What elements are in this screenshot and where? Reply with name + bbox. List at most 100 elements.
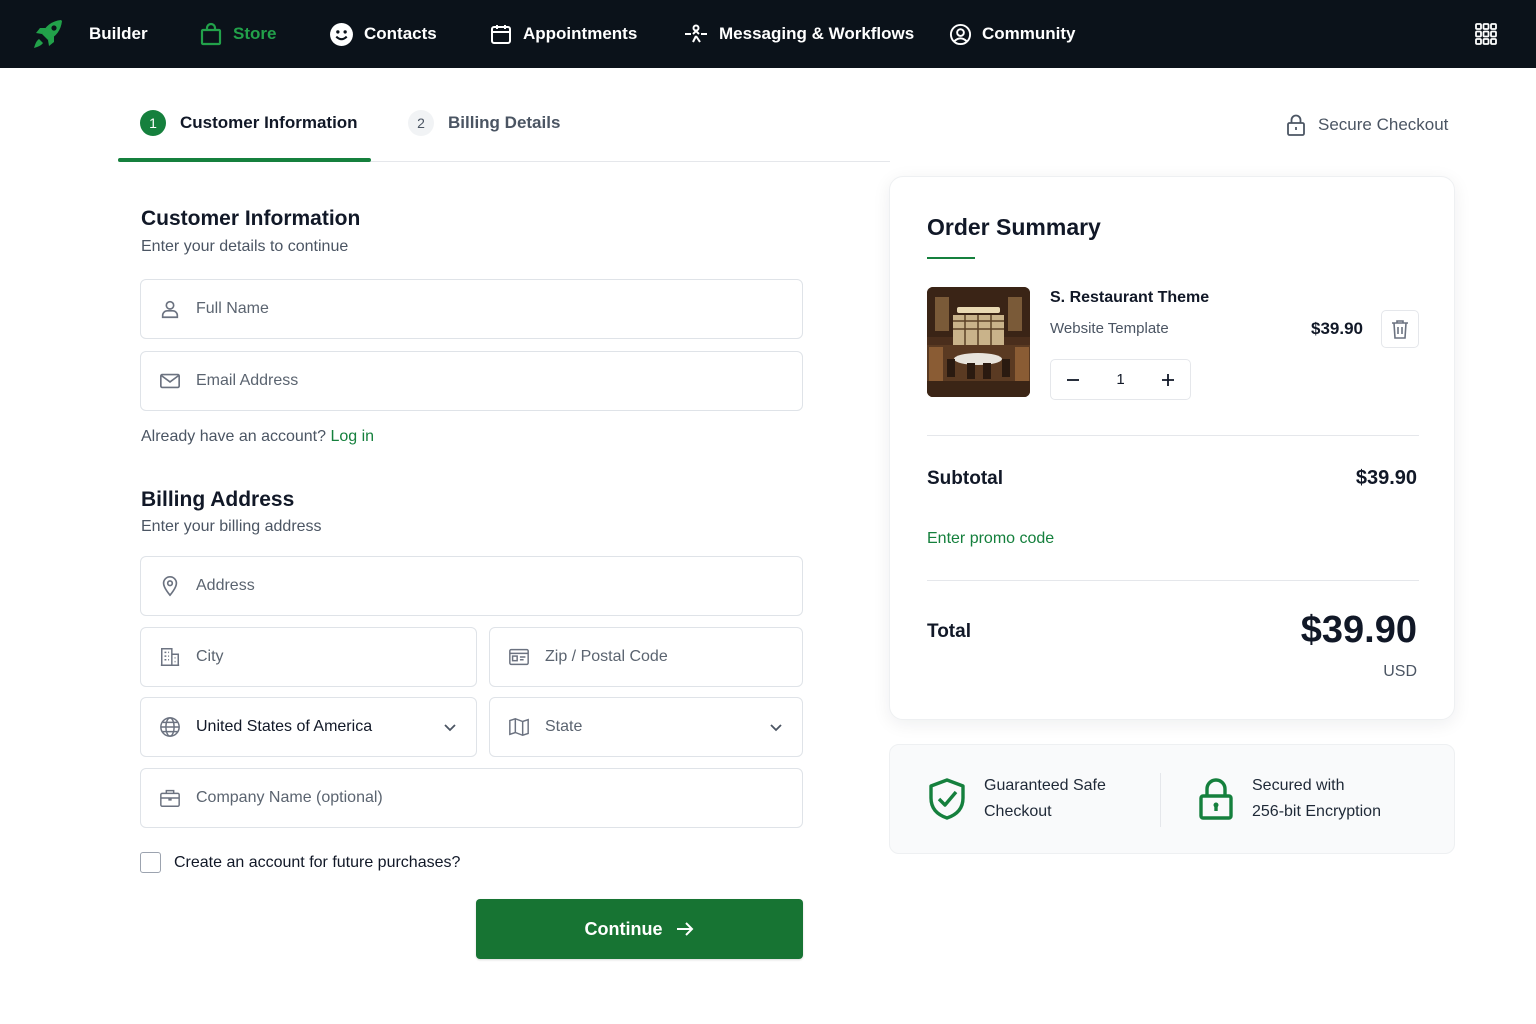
globe-icon	[160, 717, 180, 737]
safe-checkout-badge: Guaranteed Safe Checkout	[928, 773, 1106, 825]
apps-grid-icon[interactable]	[1474, 22, 1498, 46]
nav-store-label: Store	[233, 24, 277, 43]
secure-checkout-label: Secure Checkout	[1318, 115, 1449, 134]
trust-badges: Guaranteed Safe Checkout Secured with 25…	[889, 744, 1455, 854]
step-billing-details[interactable]: 2 Billing Details	[408, 110, 560, 136]
order-summary-card: Order Summary S. Restaurant Theme Websit…	[889, 176, 1455, 720]
email-field[interactable]	[140, 351, 803, 411]
map-icon	[509, 717, 529, 737]
billing-address-subtitle: Enter your billing address	[141, 518, 322, 535]
active-step-indicator	[118, 158, 371, 162]
nav-community-label: Community	[982, 24, 1076, 43]
state-placeholder: State	[545, 718, 583, 735]
safe-checkout-line1: Guaranteed Safe	[984, 777, 1106, 794]
subtotal-label: Subtotal	[927, 468, 1003, 489]
calendar-icon	[491, 25, 511, 44]
total-value: $39.90	[1300, 609, 1417, 651]
account-prompt-text: Already have an account?	[141, 428, 327, 445]
map-pin-icon	[162, 576, 178, 597]
total-label: Total	[927, 621, 971, 642]
customer-info-subtitle: Enter your details to continue	[141, 238, 349, 255]
city-input[interactable]	[196, 648, 476, 666]
shopping-bag-icon	[200, 22, 222, 46]
remove-item-button[interactable]	[1381, 310, 1419, 348]
building-icon	[160, 648, 180, 666]
zip-input[interactable]	[545, 648, 802, 666]
address-field[interactable]	[140, 556, 803, 616]
currency-label: USD	[1383, 663, 1417, 680]
continue-button[interactable]: Continue	[476, 899, 803, 959]
login-link[interactable]: Log in	[330, 428, 374, 445]
company-input[interactable]	[196, 789, 802, 807]
chevron-down-icon	[444, 724, 456, 732]
nav-contacts[interactable]: Contacts	[329, 0, 437, 68]
quantity-stepper: 1	[1050, 359, 1191, 400]
trash-icon	[1392, 320, 1408, 339]
title-underline	[927, 257, 975, 259]
postal-card-icon	[509, 648, 529, 666]
step-customer-information[interactable]: 1 Customer Information	[140, 110, 358, 136]
rocket-icon[interactable]	[30, 16, 66, 52]
top-nav: Builder Store Contacts Appointments Mess…	[0, 0, 1536, 68]
nav-contacts-label: Contacts	[364, 24, 437, 43]
product-price: $39.90	[1311, 319, 1363, 338]
product-thumbnail	[927, 287, 1030, 397]
smiley-icon	[330, 22, 353, 46]
workflow-icon	[685, 24, 707, 43]
summary-divider	[927, 580, 1419, 581]
nav-community[interactable]: Community	[949, 0, 1076, 68]
encryption-line2: 256-bit Encryption	[1252, 803, 1381, 820]
nav-appointments-label: Appointments	[523, 24, 638, 43]
customer-info-title: Customer Information	[141, 207, 361, 230]
padlock-icon	[1199, 778, 1233, 820]
nav-messaging-workflows[interactable]: Messaging & Workflows	[683, 0, 914, 68]
minus-icon	[1067, 378, 1079, 381]
step-label: Billing Details	[448, 113, 561, 132]
trust-separator	[1160, 773, 1161, 827]
state-select[interactable]: State	[489, 697, 803, 757]
lock-icon	[1287, 114, 1305, 136]
subtotal-value: $39.90	[1355, 467, 1417, 489]
full-name-field[interactable]	[140, 279, 803, 339]
encryption-badge: Secured with 256-bit Encryption	[1198, 773, 1381, 825]
nav-builder-label: Builder	[89, 24, 148, 43]
nav-messaging-label: Messaging & Workflows	[719, 24, 915, 43]
safe-checkout-line2: Checkout	[984, 803, 1052, 820]
product-name: S. Restaurant Theme	[1050, 289, 1210, 306]
country-value: United States of America	[196, 718, 373, 735]
chevron-down-icon	[770, 724, 782, 732]
email-input[interactable]	[196, 372, 802, 390]
address-input[interactable]	[196, 577, 802, 595]
safe-checkout-text: Guaranteed Safe Checkout	[984, 773, 1106, 825]
step-label: Customer Information	[180, 113, 358, 132]
continue-label: Continue	[584, 918, 663, 939]
product-type: Website Template	[1050, 320, 1169, 337]
step-number: 2	[408, 110, 434, 136]
account-prompt: Already have an account? Log in	[141, 428, 374, 446]
nav-builder[interactable]: Builder	[89, 0, 148, 68]
user-circle-icon	[949, 23, 972, 45]
encryption-text: Secured with 256-bit Encryption	[1252, 773, 1381, 825]
plus-icon	[1162, 373, 1174, 386]
promo-code-link[interactable]: Enter promo code	[927, 530, 1054, 548]
nav-store[interactable]: Store	[199, 0, 276, 68]
briefcase-icon	[160, 789, 180, 807]
country-select[interactable]: United States of America	[140, 697, 477, 757]
decrease-quantity-button[interactable]	[1051, 360, 1095, 399]
secure-checkout: Secure Checkout	[1286, 114, 1448, 136]
company-field[interactable]	[140, 768, 803, 828]
shield-check-icon	[929, 778, 965, 820]
quantity-value: 1	[1116, 371, 1125, 388]
summary-divider	[927, 435, 1419, 436]
increase-quantity-button[interactable]	[1146, 360, 1190, 399]
arrow-right-icon	[676, 922, 693, 936]
billing-address-title: Billing Address	[141, 488, 295, 511]
zip-field[interactable]	[489, 627, 803, 687]
nav-appointments[interactable]: Appointments	[489, 0, 637, 68]
city-field[interactable]	[140, 627, 477, 687]
full-name-input[interactable]	[196, 300, 802, 318]
encryption-line1: Secured with	[1252, 777, 1345, 794]
create-account-checkbox[interactable]	[140, 852, 161, 873]
create-account-label: Create an account for future purchases?	[174, 853, 461, 871]
create-account-row: Create an account for future purchases?	[140, 852, 460, 873]
